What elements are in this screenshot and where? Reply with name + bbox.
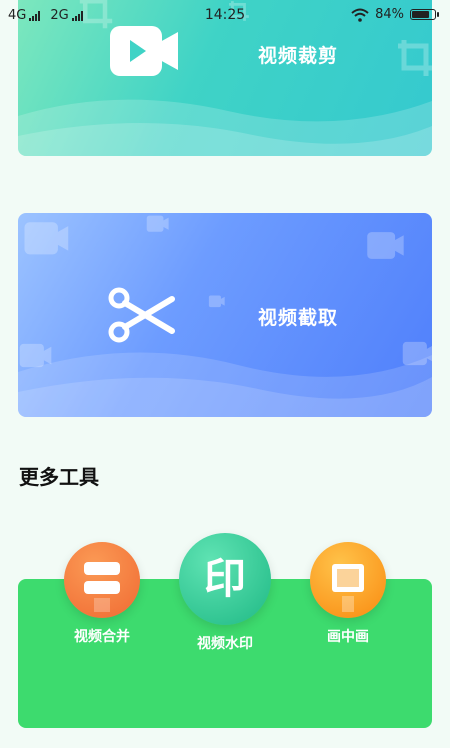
tool-video-watermark-label: 视频水印 [197,636,253,652]
video-grab-card[interactable]: 视频截取 [18,213,432,417]
tool-video-merge-label: 视频合并 [74,629,130,645]
stamp-icon: 印 [179,533,271,625]
picture-in-picture-icon [310,542,386,618]
video-camera-icon [208,295,225,308]
tool-video-watermark[interactable]: 印 视频水印 [176,533,274,653]
status-bar: 4G 2G 14:25 84% [0,0,450,32]
video-camera-icon [367,232,404,259]
tool-picture-in-picture[interactable]: 画中画 [306,542,390,646]
video-cut-title: 视频裁剪 [258,45,339,67]
video-camera-icon [24,222,69,255]
wave-decoration [18,352,432,417]
tool-video-merge[interactable]: 视频合并 [60,542,144,646]
stamp-glyph: 印 [203,554,246,603]
wave-decoration [18,99,432,156]
battery-icon [410,9,439,20]
battery-percent: 84% [375,7,404,22]
tool-picture-in-picture-label: 画中画 [327,629,369,645]
crop-icon [398,40,432,76]
more-tools-heading: 更多工具 [19,465,99,489]
video-camera-icon [110,24,180,84]
merge-icon [64,542,140,618]
video-grab-title: 视频截取 [258,307,339,329]
video-camera-icon [146,215,169,232]
battery-fill [412,11,429,18]
wifi-icon [351,8,369,22]
scissors-icon [108,287,176,347]
